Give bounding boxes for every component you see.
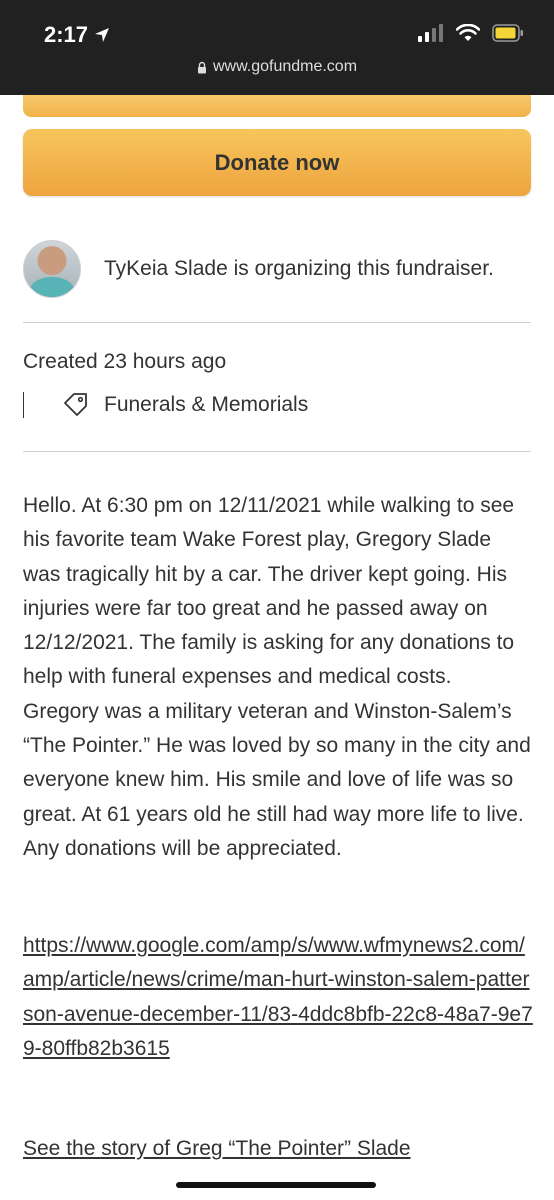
divider xyxy=(23,322,531,323)
address-bar[interactable]: www.gofundme.com xyxy=(0,58,554,76)
organizer-row: TyKeia Slade is organizing this fundrais… xyxy=(23,240,494,298)
organizer-text: TyKeia Slade is organizing this fundrais… xyxy=(104,257,494,280)
signal-icon xyxy=(418,24,443,42)
category-row: Funerals & Memorials xyxy=(23,390,308,420)
story-text: Hello. At 6:30 pm on 12/11/2021 while wa… xyxy=(23,494,531,860)
lock-icon xyxy=(197,61,206,73)
donate-now-button[interactable]: Donate now xyxy=(23,129,531,196)
share-button-partial[interactable] xyxy=(23,95,531,117)
created-time: Created 23 hours ago xyxy=(23,350,227,373)
battery-icon xyxy=(492,24,523,42)
status-icons xyxy=(418,24,524,42)
story-body: Hello. At 6:30 pm on 12/11/2021 while wa… xyxy=(23,489,533,866)
time-text: 2:17 xyxy=(44,22,89,47)
see-story-link[interactable]: See the story of Greg “The Pointer” Slad… xyxy=(23,1137,411,1161)
tag-icon xyxy=(64,393,87,416)
category-link[interactable]: Funerals & Memorials xyxy=(104,393,308,417)
wifi-icon xyxy=(456,24,480,41)
location-arrow-icon xyxy=(95,28,110,42)
home-indicator[interactable] xyxy=(176,1182,376,1188)
status-bar: 2:17 www.gofundme.com xyxy=(0,0,554,95)
organizer-avatar[interactable] xyxy=(23,240,81,298)
separator-bar xyxy=(23,392,24,418)
divider xyxy=(23,451,531,452)
clock: 2:17 xyxy=(44,22,110,48)
news-article-link[interactable]: https://www.google.com/amp/s/www.wfmynew… xyxy=(23,929,533,1066)
url-text: www.gofundme.com xyxy=(212,58,358,75)
